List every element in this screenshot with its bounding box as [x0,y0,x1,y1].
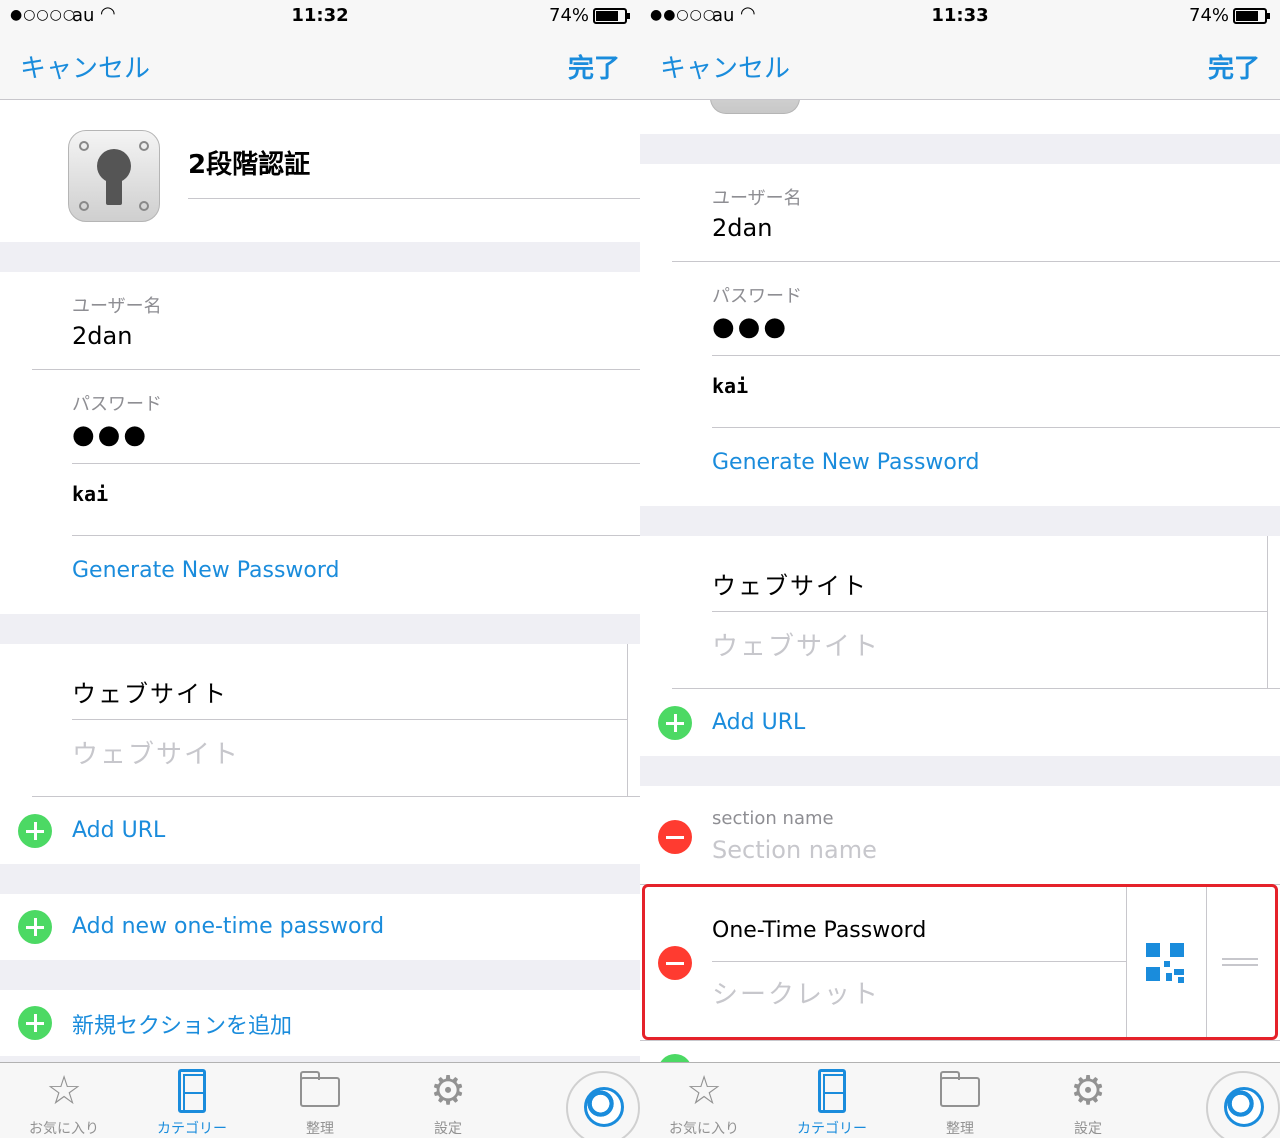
tab-settings[interactable]: ⚙ 設定 [1024,1063,1152,1138]
star-icon: ☆ [46,1068,82,1114]
generate-password-button[interactable]: Generate New Password [72,558,339,583]
add-section-icon[interactable] [18,1006,52,1040]
star-icon: ☆ [686,1068,722,1114]
globe-icon [584,1087,624,1127]
browser-button[interactable] [566,1071,640,1138]
edit-form: ユーザー名 2dan パスワード ●●● kai Generate New Pa… [640,100,1280,1062]
tab-favorites[interactable]: ☆ お気に入り [640,1063,768,1138]
tab-bar: ☆ お気に入り カテゴリー 整理 ⚙ 設定 [640,1062,1280,1138]
add-url-icon[interactable] [658,706,692,740]
nav-bar: キャンセル 完了 [0,32,640,100]
tab-categories[interactable]: カテゴリー [768,1063,896,1138]
tab-organize-label: 整理 [946,1121,974,1137]
title-section [640,100,1280,134]
title-section: 2段階認証 [0,100,640,242]
website-url-field[interactable]: ウェブサイト [72,734,240,771]
add-url-icon[interactable] [18,814,52,848]
delete-otp-icon[interactable] [658,946,692,980]
tab-settings-label: 設定 [1074,1121,1102,1137]
section-name-label: section name [712,808,834,829]
username-field[interactable]: 2dan [712,214,772,242]
edit-form: 2段階認証 ユーザー名 2dan パスワード ●●● kai Generate … [0,100,640,1062]
status-time: 11:33 [931,5,989,26]
credentials-section: ユーザー名 2dan パスワード ●●● kai Generate New Pa… [0,272,640,614]
tab-categories-label: カテゴリー [797,1121,867,1137]
tab-categories[interactable]: カテゴリー [128,1063,256,1138]
left-screen: ●○○○○ au ◠ 11:32 74% キャンセル 完了 2段階認証 ユーザー… [0,0,640,1138]
gear-icon: ⚙ [1070,1068,1106,1114]
add-otp-row[interactable]: Add new one-time password [0,894,640,960]
website-section: ウェブサイト ウェブサイト Add URL [640,536,1280,756]
tab-organize-label: 整理 [306,1121,334,1137]
cancel-button[interactable]: キャンセル [20,48,150,85]
password-field[interactable]: ●●● [712,312,789,342]
website-section: ウェブサイト ウェブサイト Add URL [0,644,640,864]
password-hint: kai [72,482,109,506]
item-icon[interactable] [710,100,800,114]
folder-icon [940,1071,980,1107]
generate-password-button[interactable]: Generate New Password [712,450,979,475]
done-button[interactable]: 完了 [1208,48,1260,85]
tab-settings[interactable]: ⚙ 設定 [384,1063,512,1138]
cabinet-icon [178,1069,206,1113]
item-title-field[interactable]: 2段階認証 [188,144,310,181]
username-label: ユーザー名 [712,188,802,209]
tab-favorites[interactable]: ☆ お気に入り [0,1063,128,1138]
custom-section: section name Section name One-Time Passw… [640,786,1280,1062]
tab-favorites-label: お気に入り [669,1121,739,1137]
gear-icon: ⚙ [430,1068,466,1114]
password-label: パスワード [72,394,162,415]
tab-categories-label: カテゴリー [157,1121,227,1137]
status-time: 11:32 [291,5,349,26]
password-hint: kai [712,374,749,398]
delete-section-icon[interactable] [658,820,692,854]
add-url-button[interactable]: Add URL [712,710,805,735]
battery-percent: 74% [549,5,590,26]
done-button[interactable]: 完了 [568,48,620,85]
add-section-row[interactable]: 新規セクションを追加 [0,990,640,1056]
cancel-button[interactable]: キャンセル [660,48,790,85]
folder-icon [300,1071,340,1107]
cabinet-icon [818,1069,846,1113]
otp-title-field[interactable]: One-Time Password [712,918,926,943]
qr-code-icon[interactable] [1146,943,1186,983]
otp-secret-field[interactable]: シークレット [712,974,880,1011]
tab-organize[interactable]: 整理 [256,1063,384,1138]
tab-bar: ☆ お気に入り カテゴリー 整理 ⚙ 設定 [0,1062,640,1138]
right-screen: ●●○○○ au ◠ 11:33 74% キャンセル 完了 ユーザー名 2dan… [640,0,1280,1138]
credentials-section: ユーザー名 2dan パスワード ●●● kai Generate New Pa… [640,164,1280,506]
tab-favorites-label: お気に入り [29,1121,99,1137]
status-bar: ●●○○○ au ◠ 11:33 74% [640,0,1280,32]
globe-icon [1224,1087,1264,1127]
add-otp-button[interactable]: Add new one-time password [72,914,384,939]
add-otp-icon[interactable] [18,910,52,944]
reorder-handle[interactable] [1222,958,1258,960]
add-section-button[interactable]: 新規セクションを追加 [72,1008,292,1040]
add-field-icon[interactable] [658,1054,692,1062]
username-field[interactable]: 2dan [72,322,132,350]
website-url-field[interactable]: ウェブサイト [712,626,880,663]
browser-button[interactable] [1206,1071,1280,1138]
nav-bar: キャンセル 完了 [640,32,1280,100]
status-bar: ●○○○○ au ◠ 11:32 74% [0,0,640,32]
section-name-field[interactable]: Section name [712,836,877,864]
battery-icon [1233,8,1270,24]
add-url-button[interactable]: Add URL [72,818,165,843]
tab-settings-label: 設定 [434,1121,462,1137]
reorder-handle-line [1222,964,1258,966]
website-label-field[interactable]: ウェブサイト [72,674,228,709]
password-field[interactable]: ●●● [72,420,149,450]
tab-organize[interactable]: 整理 [896,1063,1024,1138]
battery-icon [593,8,630,24]
item-icon[interactable] [68,130,160,222]
battery-percent: 74% [1189,5,1230,26]
website-label-field[interactable]: ウェブサイト [712,566,868,601]
username-label: ユーザー名 [72,296,162,317]
password-label: パスワード [712,286,802,307]
